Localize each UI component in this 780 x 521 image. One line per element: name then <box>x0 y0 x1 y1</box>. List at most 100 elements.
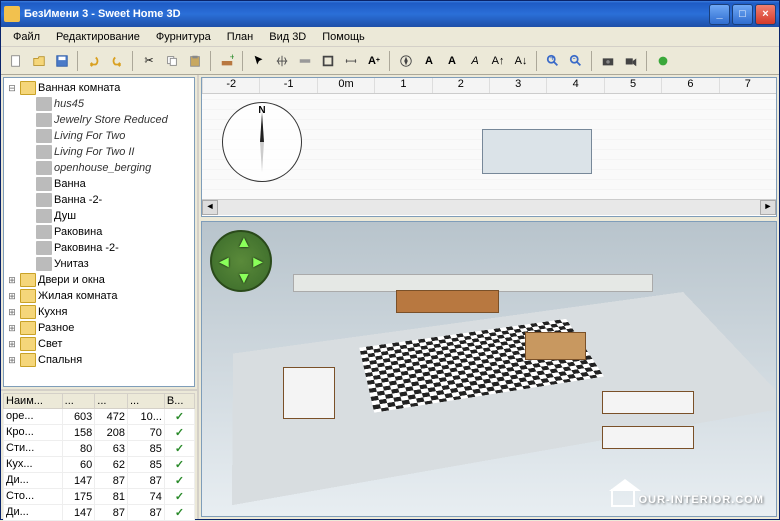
tree-item[interactable]: Living For Two II <box>22 144 192 160</box>
select-icon[interactable] <box>248 50 270 72</box>
dimension-icon[interactable] <box>340 50 362 72</box>
tree-item-label: Living For Two <box>54 130 125 142</box>
tree-category[interactable]: ⊞Спальня <box>6 352 192 368</box>
text-style-icon[interactable]: A <box>418 50 440 72</box>
menu-edit[interactable]: Редактирование <box>48 29 148 45</box>
menu-bar: Файл Редактирование Фурнитура План Вид 3… <box>1 27 779 47</box>
ruler-horizontal: -2-10m1234567 <box>202 78 776 94</box>
add-furniture-icon[interactable]: + <box>216 50 238 72</box>
tree-item[interactable]: Душ <box>22 208 192 224</box>
nav-left-icon[interactable]: ◄ <box>216 254 232 272</box>
check-icon: ✓ <box>175 411 184 423</box>
room-icon[interactable] <box>317 50 339 72</box>
check-icon: ✓ <box>175 459 184 471</box>
table-row[interactable]: Сти...806385✓ <box>4 441 195 457</box>
tree-category[interactable]: ⊞Разное <box>6 320 192 336</box>
view-3d[interactable]: ▲ ▼ ◄ ► OUR-INTERIOR.COM <box>201 221 777 517</box>
zoom-in-icon[interactable]: + <box>542 50 564 72</box>
catalog-tree[interactable]: ⊟Ванная комната hus45 Jewelry Store Reduc… <box>3 77 195 387</box>
table-row[interactable]: Ди...1478787✓ <box>4 473 195 489</box>
scrollbar-horizontal[interactable]: ◄► <box>202 199 776 215</box>
decrease-icon[interactable]: A↓ <box>510 50 532 72</box>
redo-icon[interactable] <box>106 50 128 72</box>
cut-icon[interactable]: ✂ <box>138 50 160 72</box>
undo-icon[interactable] <box>83 50 105 72</box>
tree-item-label: Раковина -2- <box>54 242 119 254</box>
tree-category[interactable]: ⊞Жилая комната <box>6 288 192 304</box>
video-icon[interactable] <box>620 50 642 72</box>
right-pane: -2-10m1234567 ◄► ▲ ▼ ◄ ► <box>199 75 779 519</box>
bold-icon[interactable]: A <box>441 50 463 72</box>
toolbar: ✂ + A+ A A A A↑ A↓ + - <box>1 47 779 75</box>
svg-text:+: + <box>550 54 556 64</box>
compass-icon[interactable] <box>222 102 302 182</box>
text-icon[interactable]: A+ <box>363 50 385 72</box>
table-row[interactable]: Ди...1478787✓ <box>4 505 195 521</box>
table-row[interactable]: Кро...15820870✓ <box>4 425 195 441</box>
check-icon: ✓ <box>175 443 184 455</box>
wall-icon[interactable] <box>294 50 316 72</box>
minimize-button[interactable]: _ <box>709 4 730 25</box>
tree-item[interactable]: Раковина -2- <box>22 240 192 256</box>
table-row[interactable]: оре...60347210...✓ <box>4 409 195 425</box>
close-button[interactable]: × <box>755 4 776 25</box>
table-header[interactable]: Наим... <box>4 394 63 409</box>
tree-item[interactable]: Раковина <box>22 224 192 240</box>
maximize-button[interactable]: □ <box>732 4 753 25</box>
italic-icon[interactable]: A <box>464 50 486 72</box>
tree-item[interactable]: Living For Two <box>22 128 192 144</box>
tree-category[interactable]: ⊞Кухня <box>6 304 192 320</box>
title-bar: БезИмени 3 - Sweet Home 3D _ □ × <box>1 1 779 27</box>
house-icon <box>611 489 635 507</box>
tree-item[interactable]: Jewelry Store Reduced <box>22 112 192 128</box>
tree-item-label: Унитаз <box>54 258 89 270</box>
tree-item[interactable]: openhouse_berging <box>22 160 192 176</box>
furniture-table[interactable]: Наим............В... оре...60347210...✓ … <box>3 393 195 521</box>
tree-item[interactable]: Ванна <box>22 176 192 192</box>
menu-help[interactable]: Помощь <box>314 29 373 45</box>
tree-item-label: Раковина <box>54 226 102 238</box>
table-row[interactable]: Сто...1758174✓ <box>4 489 195 505</box>
tree-item[interactable]: Унитаз <box>22 256 192 272</box>
tree-item-label: openhouse_berging <box>54 162 151 174</box>
compass-icon[interactable] <box>395 50 417 72</box>
tree-item[interactable]: Ванна -2- <box>22 192 192 208</box>
tree-category-label: Жилая комната <box>38 290 117 302</box>
menu-plan[interactable]: План <box>219 29 262 45</box>
preferences-icon[interactable] <box>652 50 674 72</box>
nav-up-icon[interactable]: ▲ <box>236 234 252 252</box>
tree-item-label: Ванна <box>54 178 86 190</box>
tree-item[interactable]: hus45 <box>22 96 192 112</box>
table-header[interactable]: ... <box>127 394 164 409</box>
app-icon <box>4 6 20 22</box>
paste-icon[interactable] <box>184 50 206 72</box>
camera-icon[interactable] <box>597 50 619 72</box>
check-icon: ✓ <box>175 427 184 439</box>
furniture-table-pane: Наим............В... оре...60347210...✓ … <box>1 389 197 519</box>
tree-item-label: Jewelry Store Reduced <box>54 114 168 126</box>
increase-icon[interactable]: A↑ <box>487 50 509 72</box>
plan-2d-view[interactable]: -2-10m1234567 ◄► <box>201 77 777 217</box>
open-icon[interactable] <box>28 50 50 72</box>
plan-canvas[interactable] <box>202 94 776 199</box>
mini-floorplan[interactable] <box>482 129 592 174</box>
menu-file[interactable]: Файл <box>5 29 48 45</box>
table-header[interactable]: ... <box>62 394 95 409</box>
zoom-out-icon[interactable]: - <box>565 50 587 72</box>
svg-text:+: + <box>230 54 234 63</box>
copy-icon[interactable] <box>161 50 183 72</box>
table-header[interactable]: В... <box>164 394 194 409</box>
new-file-icon[interactable] <box>5 50 27 72</box>
tree-item-label: Living For Two II <box>54 146 135 158</box>
menu-furniture[interactable]: Фурнитура <box>148 29 219 45</box>
window-title: БезИмени 3 - Sweet Home 3D <box>24 8 709 20</box>
table-row[interactable]: Кух...606285✓ <box>4 457 195 473</box>
tree-category-label: Разное <box>38 322 74 334</box>
tree-category[interactable]: ⊞Свет <box>6 336 192 352</box>
tree-category[interactable]: ⊞Двери и окна <box>6 272 192 288</box>
tree-root[interactable]: ⊟Ванная комната <box>6 80 192 96</box>
menu-3dview[interactable]: Вид 3D <box>261 29 314 45</box>
save-icon[interactable] <box>51 50 73 72</box>
pan-icon[interactable] <box>271 50 293 72</box>
table-header[interactable]: ... <box>95 394 128 409</box>
